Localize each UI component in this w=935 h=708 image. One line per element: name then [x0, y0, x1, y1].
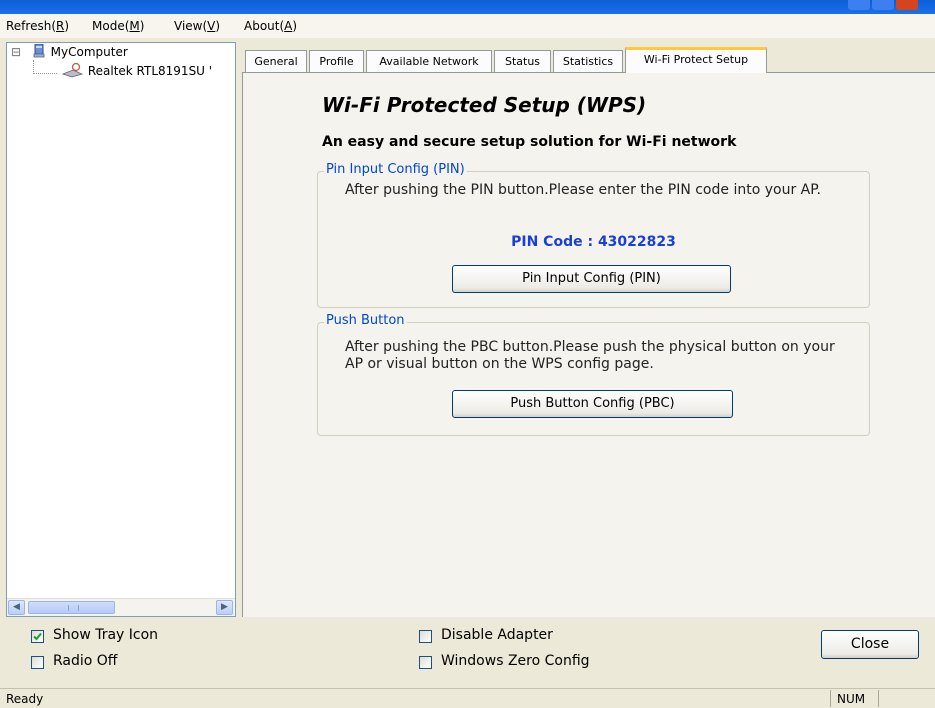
menu-label: Mode( [92, 19, 130, 33]
menu-mode[interactable]: Mode(M) [92, 19, 144, 33]
disable-adapter-label: Disable Adapter [441, 627, 553, 643]
computer-icon [33, 43, 45, 58]
menu-label-tail: ) [64, 19, 70, 33]
tab-status[interactable]: Status [494, 50, 551, 72]
window-title-bar [0, 0, 935, 14]
collapse-icon[interactable]: ⊟ [11, 45, 23, 59]
show-tray-icon-label: Show Tray Icon [53, 627, 159, 643]
pin-group-legend: Pin Input Config (PIN) [324, 162, 467, 177]
tab-available-network[interactable]: Available Network [366, 50, 492, 72]
scroll-left-icon[interactable]: ◀ [8, 600, 25, 615]
menu-label-tail: ) [139, 19, 145, 33]
menu-bar: Refresh(R) Mode(M) View(V) About(A) [0, 14, 935, 38]
scroll-right-icon[interactable]: ▶ [216, 600, 233, 615]
radio-off-label: Radio Off [53, 653, 118, 669]
minimize-icon[interactable] [848, 0, 870, 10]
menu-label-tail: ) [292, 19, 298, 33]
menu-label-tail: ) [215, 19, 221, 33]
pin-input-config-button[interactable]: Pin Input Config (PIN) [452, 265, 731, 293]
tab-general[interactable]: General [245, 50, 307, 72]
menu-view[interactable]: View(V) [174, 19, 220, 33]
radio-off-checkbox[interactable] [31, 656, 44, 669]
wireless-adapter-icon [61, 62, 84, 78]
device-tree[interactable]: ⊟ MyComputer Realtek RTL8191SU ' ◀ ▶ [6, 42, 236, 617]
menu-refresh[interactable]: Refresh(R) [6, 19, 69, 33]
disable-adapter-checkbox[interactable] [419, 630, 432, 643]
pbc-group-legend: Push Button [324, 313, 407, 328]
num-lock-indicator: NUM [837, 692, 866, 706]
tab-wifi-protect-setup[interactable]: Wi-Fi Protect Setup [625, 47, 767, 73]
tab-profile[interactable]: Profile [309, 50, 364, 72]
tree-item-label: MyComputer [50, 45, 128, 59]
pbc-description: After pushing the PBC button.Please push… [345, 339, 835, 372]
windows-zero-config-label: Windows Zero Config [441, 653, 590, 669]
menu-accelerator: M [129, 19, 140, 33]
menu-label: View( [174, 19, 208, 33]
checkmark-icon [33, 632, 42, 641]
close-window-icon[interactable] [896, 0, 918, 10]
tree-item-label: Realtek RTL8191SU ' [87, 64, 213, 78]
wps-tab-panel: Wi-Fi Protected Setup (WPS) An easy and … [242, 72, 935, 617]
push-button-config-button[interactable]: Push Button Config (PBC) [452, 390, 733, 418]
pin-input-group: Pin Input Config (PIN) After pushing the… [317, 162, 870, 308]
close-button[interactable]: Close [821, 630, 919, 659]
tree-horizontal-scrollbar[interactable]: ◀ ▶ [7, 598, 235, 616]
windows-zero-config-checkbox[interactable] [419, 656, 432, 669]
status-bar: Ready NUM [0, 688, 935, 708]
menu-about[interactable]: About(A) [244, 19, 297, 33]
menu-label: Refresh( [6, 19, 56, 33]
tree-item-mycomputer[interactable]: ⊟ MyComputer [11, 43, 128, 59]
wps-title: Wi-Fi Protected Setup (WPS) [322, 93, 647, 117]
tree-item-adapter[interactable]: Realtek RTL8191SU ' [61, 62, 213, 78]
menu-label: About( [244, 19, 285, 33]
push-button-group: Push Button After pushing the PBC button… [317, 313, 870, 436]
tab-statistics[interactable]: Statistics [553, 50, 623, 72]
scroll-thumb[interactable] [28, 601, 115, 614]
status-text: Ready [6, 692, 44, 706]
pin-description: After pushing the PIN button.Please ente… [345, 182, 821, 198]
pin-code-value: PIN Code : 43022823 [511, 234, 676, 250]
show-tray-icon-checkbox[interactable] [31, 630, 44, 643]
maximize-icon[interactable] [872, 0, 894, 10]
wps-subtitle: An easy and secure setup solution for Wi… [322, 134, 737, 150]
